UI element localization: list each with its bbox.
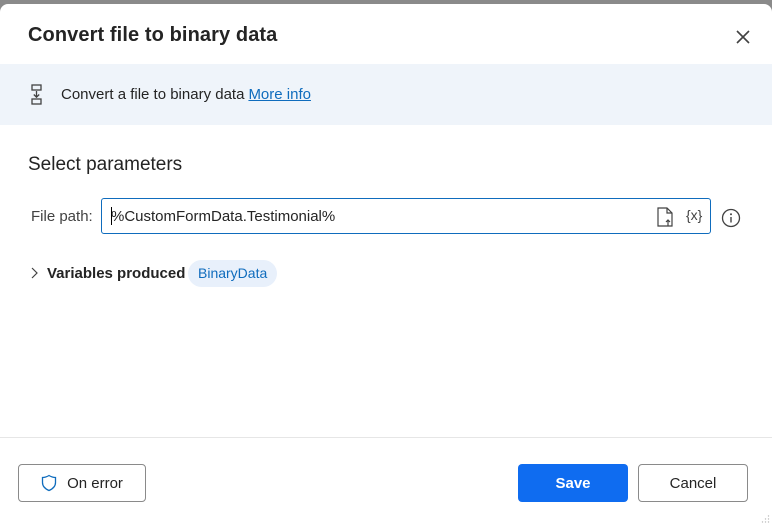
chevron-right-icon[interactable] [30, 267, 40, 279]
info-icon[interactable] [721, 208, 741, 228]
variables-produced-label[interactable]: Variables produced [47, 265, 185, 282]
cancel-button[interactable]: Cancel [638, 464, 748, 502]
info-description-text: Convert a file to binary data [61, 86, 245, 103]
file-path-input[interactable] [111, 208, 631, 225]
resize-grip-icon[interactable] [760, 514, 770, 524]
convert-file-icon [31, 84, 42, 105]
close-icon [736, 30, 750, 44]
on-error-button[interactable]: On error [18, 464, 146, 502]
file-path-field[interactable]: {x} [101, 198, 711, 234]
file-path-label: File path: [31, 208, 93, 225]
variable-pill[interactable]: BinaryData [188, 260, 278, 287]
on-error-label: On error [67, 474, 123, 492]
variable-icon[interactable]: {x} [686, 207, 702, 223]
close-button[interactable] [732, 26, 754, 48]
footer-divider [0, 437, 772, 438]
variables-produced-row: Variables produced BinaryData [30, 260, 330, 288]
more-info-link[interactable]: More info [248, 86, 311, 103]
section-title: Select parameters [28, 154, 183, 175]
info-bar: Convert a file to binary data More info [0, 64, 772, 125]
info-description: Convert a file to binary data More info [61, 86, 311, 103]
convert-file-dialog: Convert file to binary data Convert a fi… [0, 4, 772, 525]
file-upload-icon[interactable] [656, 207, 674, 227]
shield-icon [41, 474, 57, 492]
text-caret [111, 207, 112, 225]
dialog-header: Convert file to binary data [0, 4, 772, 64]
save-button[interactable]: Save [518, 464, 628, 502]
dialog-title: Convert file to binary data [28, 24, 278, 46]
